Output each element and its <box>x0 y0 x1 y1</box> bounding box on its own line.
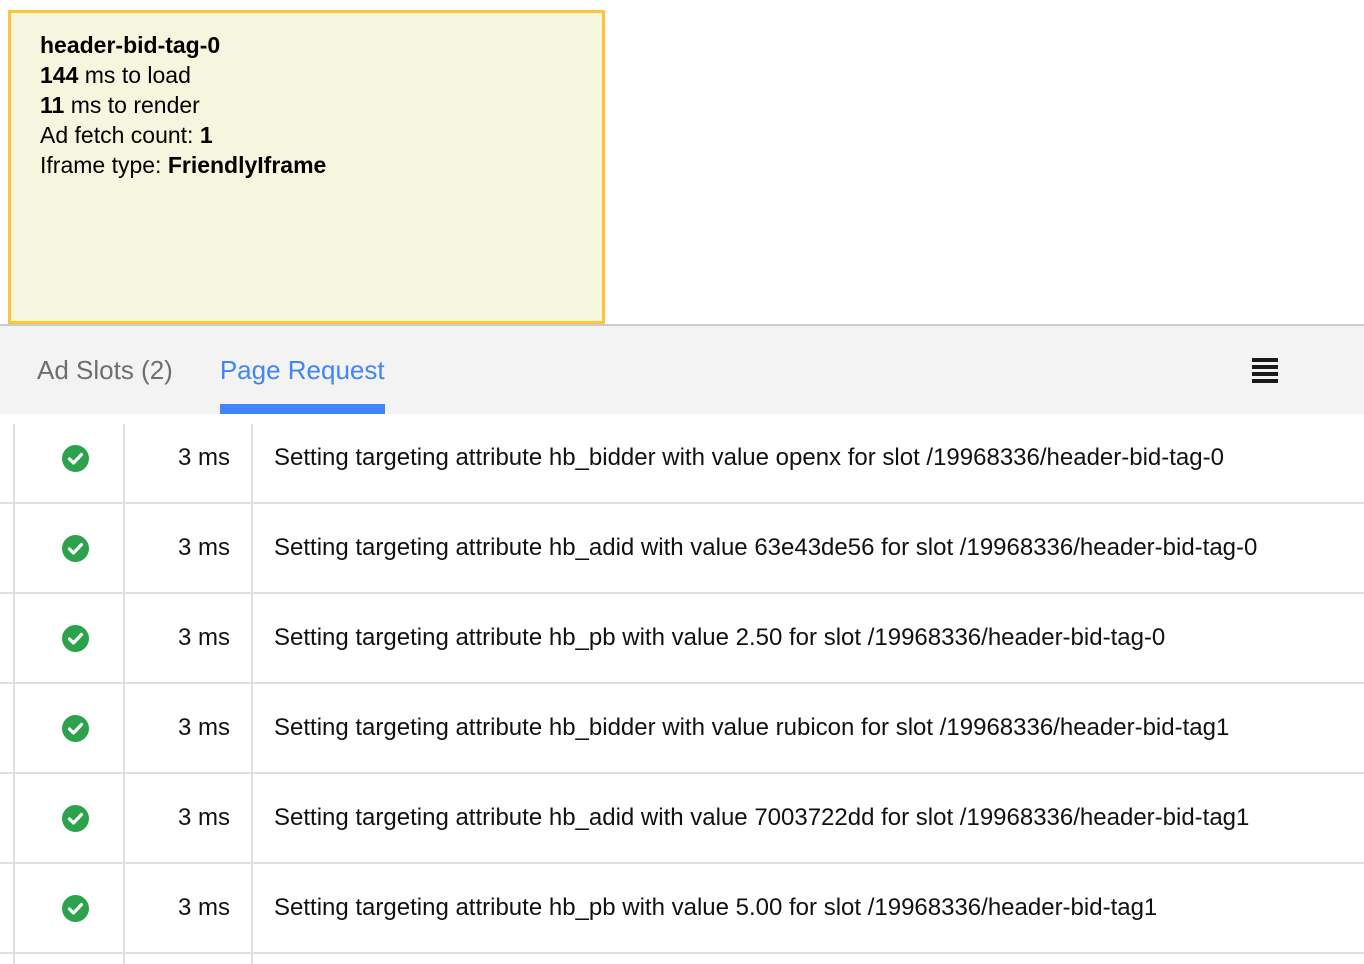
event-time: 3 ms <box>125 504 253 592</box>
event-time: 3 ms <box>125 594 253 682</box>
row-gutter <box>0 954 13 964</box>
event-time: 3 ms <box>125 414 253 502</box>
log-row: 3 ms Setting targeting attribute hb_adid… <box>0 774 1364 864</box>
status-cell <box>13 414 125 502</box>
event-message: Setting targeting attribute hb_bidder wi… <box>253 414 1364 502</box>
event-message: Setting targeting attribute hb_adid with… <box>253 774 1364 862</box>
overlay-load-time: 144 ms to load <box>40 60 590 90</box>
overlay-render-time: 11 ms to render <box>40 90 590 120</box>
row-gutter <box>0 684 13 772</box>
event-time: 3 ms <box>125 774 253 862</box>
check-circle-icon <box>62 445 89 472</box>
slot-info-overlay: header-bid-tag-0 144 ms to load 11 ms to… <box>8 10 605 324</box>
check-circle-icon <box>62 715 89 742</box>
log-row: 3 ms Setting targeting attribute hb_pb w… <box>0 594 1364 684</box>
log-row-partial <box>0 954 1364 964</box>
row-gutter <box>0 504 13 592</box>
log-row: 3 ms Setting targeting attribute hb_bidd… <box>0 414 1364 504</box>
event-message <box>253 954 1364 964</box>
check-circle-icon <box>62 535 89 562</box>
log-row: 3 ms Setting targeting attribute hb_pb w… <box>0 864 1364 954</box>
overlay-iframe-type: Iframe type: FriendlyIframe <box>40 150 590 180</box>
overlay-slot-title: header-bid-tag-0 <box>40 30 590 60</box>
row-gutter <box>0 774 13 862</box>
menu-bar <box>1252 379 1278 383</box>
event-message: Setting targeting attribute hb_bidder wi… <box>253 684 1364 772</box>
menu-bar <box>1252 372 1278 376</box>
row-gutter <box>0 414 13 502</box>
log-row: 3 ms Setting targeting attribute hb_adid… <box>0 504 1364 594</box>
menu-bar <box>1252 358 1278 362</box>
row-gutter <box>0 864 13 952</box>
check-circle-icon <box>62 895 89 922</box>
overlay-fetch-count: Ad fetch count: 1 <box>40 120 590 150</box>
page-request-log: 3 ms Setting targeting attribute hb_bidd… <box>0 414 1364 964</box>
check-circle-icon <box>62 805 89 832</box>
row-gutter <box>0 594 13 682</box>
event-message: Setting targeting attribute hb_pb with v… <box>253 594 1364 682</box>
menu-bar <box>1252 365 1278 369</box>
tab-page-request[interactable]: Page Request <box>220 326 385 414</box>
status-cell <box>13 504 125 592</box>
status-cell <box>13 954 125 964</box>
log-row: 3 ms Setting targeting attribute hb_bidd… <box>0 684 1364 774</box>
event-time <box>125 954 253 964</box>
event-message: Setting targeting attribute hb_pb with v… <box>253 864 1364 952</box>
status-cell <box>13 594 125 682</box>
status-cell <box>13 684 125 772</box>
console-tab-bar: Ad Slots (2) Page Request <box>0 324 1364 414</box>
event-time: 3 ms <box>125 864 253 952</box>
check-circle-icon <box>62 625 89 652</box>
status-cell <box>13 774 125 862</box>
status-cell <box>13 864 125 952</box>
event-time: 3 ms <box>125 684 253 772</box>
list-menu-icon[interactable] <box>1252 358 1278 383</box>
tab-ad-slots[interactable]: Ad Slots (2) <box>37 326 173 414</box>
event-message: Setting targeting attribute hb_adid with… <box>253 504 1364 592</box>
